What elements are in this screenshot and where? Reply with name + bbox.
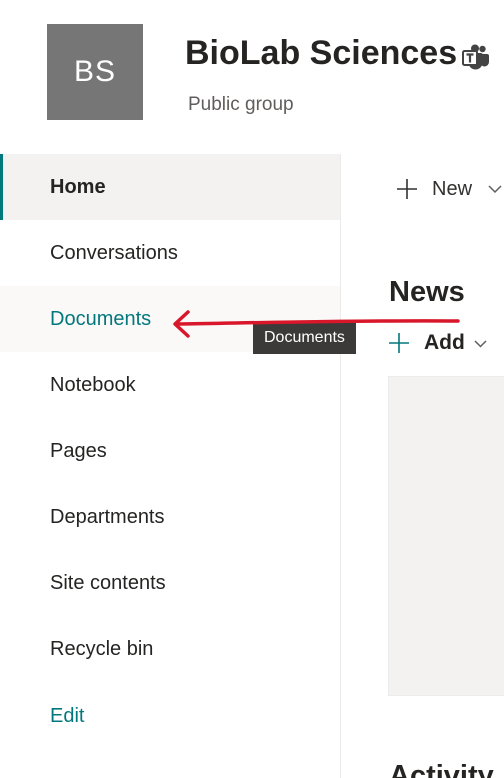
nav-item-label: Pages [50,439,107,462]
nav-item-pages[interactable]: Pages [0,418,340,484]
nav-item-label: Notebook [50,373,136,396]
nav-item-label: Recycle bin [50,637,154,660]
nav-item-label: Site contents [50,571,166,594]
nav-item-label: Home [50,175,106,198]
nav-item-recycle-bin[interactable]: Recycle bin [0,616,340,682]
nav-item-label: Departments [50,505,165,528]
add-news-button[interactable]: Add [388,328,487,358]
news-heading: News [389,276,465,308]
plus-icon [397,179,417,199]
site-title[interactable]: BioLab Sciences [185,34,457,73]
nav-item-notebook[interactable]: Notebook [0,352,340,418]
nav-item-home[interactable]: Home [0,154,340,220]
site-logo[interactable]: BS [47,24,143,120]
news-placeholder-card [388,376,504,696]
site-privacy-label: Public group [188,94,294,115]
new-button-label: New [432,177,473,200]
tooltip: Documents [253,322,356,354]
chevron-down-icon [474,339,487,348]
nav-item-conversations[interactable]: Conversations [0,220,340,286]
tooltip-text: Documents [264,329,345,346]
nav-edit-label: Edit [50,704,85,727]
nav-item-label: Conversations [50,241,178,264]
nav-item-label: Documents [50,307,152,330]
plus-icon [389,333,409,353]
chevron-down-icon [488,185,502,194]
sharepoint-site-page: BS BioLab Sciences Public group Home Con… [0,0,504,778]
site-logo-initials: BS [73,55,117,88]
teams-icon[interactable] [462,44,490,70]
nav-edit-link[interactable]: Edit [0,683,340,749]
nav-item-site-contents[interactable]: Site contents [0,550,340,616]
left-navigation: Home Conversations Documents Notebook Pa… [0,154,341,778]
add-news-label: Add [424,331,465,354]
nav-item-departments[interactable]: Departments [0,484,340,550]
new-button[interactable]: New [396,172,502,206]
activity-heading: Activity [389,760,494,778]
